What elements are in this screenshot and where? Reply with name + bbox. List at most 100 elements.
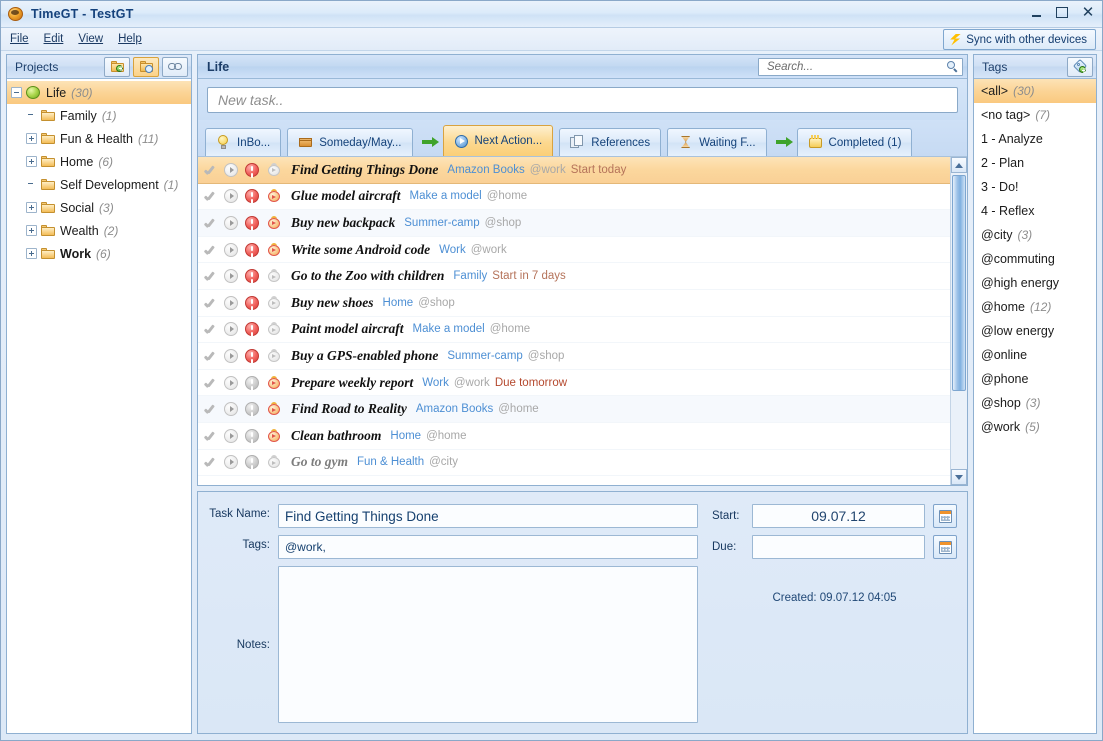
- close-icon[interactable]: ✕: [1080, 4, 1096, 20]
- table-row[interactable]: Find Getting Things Done Amazon Books @w…: [198, 157, 950, 184]
- tag-item-do[interactable]: 3 - Do!: [974, 175, 1096, 199]
- complete-checkmark-icon[interactable]: [204, 217, 217, 229]
- tag-item-commuting[interactable]: @commuting: [974, 247, 1096, 271]
- expander-plus-icon[interactable]: [26, 225, 37, 236]
- due-calendar-button[interactable]: [933, 535, 957, 559]
- start-timer-icon[interactable]: [224, 402, 238, 416]
- tab-completed[interactable]: Completed (1): [797, 128, 913, 156]
- priority-icon[interactable]: [245, 322, 259, 336]
- scroll-down-icon[interactable]: [951, 469, 967, 485]
- tab-references[interactable]: References: [559, 128, 661, 156]
- priority-icon[interactable]: [245, 296, 259, 310]
- priority-icon[interactable]: [245, 269, 259, 283]
- complete-checkmark-icon[interactable]: [204, 164, 217, 176]
- menu-item-help[interactable]: Help: [118, 31, 151, 47]
- tag-item-analyze[interactable]: 1 - Analyze: [974, 127, 1096, 151]
- expander-plus-icon[interactable]: [26, 202, 37, 213]
- notes-textarea[interactable]: [278, 566, 698, 723]
- tab-next-actions[interactable]: Next Action...: [443, 125, 554, 156]
- complete-checkmark-icon[interactable]: [204, 456, 217, 468]
- priority-icon[interactable]: [245, 189, 259, 203]
- start-timer-icon[interactable]: [224, 429, 238, 443]
- minimize-icon[interactable]: [1028, 4, 1044, 20]
- alarm-clock-icon[interactable]: [266, 402, 281, 416]
- priority-icon[interactable]: [245, 455, 259, 469]
- table-row[interactable]: Clean bathroom Home @home: [198, 423, 950, 450]
- start-calendar-button[interactable]: [933, 504, 957, 528]
- project-item-wealth[interactable]: Wealth (2): [7, 219, 191, 242]
- start-timer-icon[interactable]: [224, 455, 238, 469]
- priority-icon[interactable]: [245, 243, 259, 257]
- alarm-clock-icon[interactable]: [266, 189, 281, 203]
- tab-inbox[interactable]: InBo...: [205, 128, 281, 156]
- scrollbar-thumb[interactable]: [952, 175, 966, 391]
- complete-checkmark-icon[interactable]: [204, 244, 217, 256]
- alarm-clock-icon[interactable]: [266, 243, 281, 257]
- priority-icon[interactable]: [245, 216, 259, 230]
- priority-icon[interactable]: [245, 376, 259, 390]
- tags-field[interactable]: @work,: [278, 535, 698, 559]
- tag-item-work[interactable]: @work (5): [974, 415, 1096, 439]
- task-list-scrollbar[interactable]: [950, 157, 967, 485]
- add-project-button[interactable]: [104, 57, 130, 77]
- sync-with-other-devices-button[interactable]: Sync with other devices: [943, 29, 1096, 50]
- complete-checkmark-icon[interactable]: [204, 297, 217, 309]
- search-box[interactable]: [758, 58, 963, 76]
- add-tag-button[interactable]: [1067, 57, 1093, 77]
- tag-item-high-energy[interactable]: @high energy: [974, 271, 1096, 295]
- project-item-fun-and-health[interactable]: Fun & Health (11): [7, 127, 191, 150]
- link-project-button[interactable]: [162, 57, 188, 77]
- project-item-social[interactable]: Social (3): [7, 196, 191, 219]
- scroll-up-icon[interactable]: [951, 157, 967, 173]
- search-icon[interactable]: [947, 61, 959, 73]
- due-date-field[interactable]: [752, 535, 925, 559]
- tag-item-plan[interactable]: 2 - Plan: [974, 151, 1096, 175]
- table-row[interactable]: Buy new backpack Summer-camp @shop: [198, 210, 950, 237]
- priority-icon[interactable]: [245, 429, 259, 443]
- menu-item-view[interactable]: View: [78, 31, 112, 47]
- project-item-family[interactable]: Family (1): [7, 104, 191, 127]
- start-timer-icon[interactable]: [224, 189, 238, 203]
- alarm-clock-icon[interactable]: [266, 216, 281, 230]
- table-row[interactable]: Prepare weekly report Work @work Due tom…: [198, 370, 950, 397]
- complete-checkmark-icon[interactable]: [204, 403, 217, 415]
- alarm-clock-icon[interactable]: [266, 455, 281, 469]
- complete-checkmark-icon[interactable]: [204, 430, 217, 442]
- tag-item-reflex[interactable]: 4 - Reflex: [974, 199, 1096, 223]
- complete-checkmark-icon[interactable]: [204, 377, 217, 389]
- table-row[interactable]: Find Road to Reality Amazon Books @home: [198, 396, 950, 423]
- tag-item-home[interactable]: @home (12): [974, 295, 1096, 319]
- expander-minus-icon[interactable]: [11, 87, 22, 98]
- tag-item-city[interactable]: @city (3): [974, 223, 1096, 247]
- alarm-clock-icon[interactable]: [266, 322, 281, 336]
- maximize-icon[interactable]: [1054, 4, 1070, 20]
- menu-item-file[interactable]: File: [10, 31, 38, 47]
- table-row[interactable]: Go to the Zoo with children Family Start…: [198, 263, 950, 290]
- priority-icon[interactable]: [245, 402, 259, 416]
- project-item-life[interactable]: Life (30): [7, 81, 191, 104]
- complete-checkmark-icon[interactable]: [204, 323, 217, 335]
- table-row[interactable]: Paint model aircraft Make a model @home: [198, 317, 950, 344]
- project-item-self-development[interactable]: Self Development (1): [7, 173, 191, 196]
- task-name-field[interactable]: Find Getting Things Done: [278, 504, 698, 528]
- project-item-work[interactable]: Work (6): [7, 242, 191, 265]
- table-row[interactable]: Go to gym Fun & Health @city: [198, 450, 950, 477]
- priority-icon[interactable]: [245, 349, 259, 363]
- start-timer-icon[interactable]: [224, 322, 238, 336]
- expander-plus-icon[interactable]: [26, 248, 37, 259]
- complete-checkmark-icon[interactable]: [204, 350, 217, 362]
- expander-plus-icon[interactable]: [26, 156, 37, 167]
- tag-item-low-energy[interactable]: @low energy: [974, 319, 1096, 343]
- new-task-input[interactable]: [207, 87, 958, 113]
- start-timer-icon[interactable]: [224, 216, 238, 230]
- scrollbar-track[interactable]: [951, 173, 967, 469]
- search-input[interactable]: [765, 60, 947, 74]
- start-timer-icon[interactable]: [224, 296, 238, 310]
- priority-icon[interactable]: [245, 163, 259, 177]
- start-timer-icon[interactable]: [224, 163, 238, 177]
- complete-checkmark-icon[interactable]: [204, 270, 217, 282]
- start-timer-icon[interactable]: [224, 376, 238, 390]
- tab-waiting-for[interactable]: Waiting F...: [667, 128, 766, 156]
- find-project-button[interactable]: [133, 57, 159, 77]
- alarm-clock-icon[interactable]: [266, 429, 281, 443]
